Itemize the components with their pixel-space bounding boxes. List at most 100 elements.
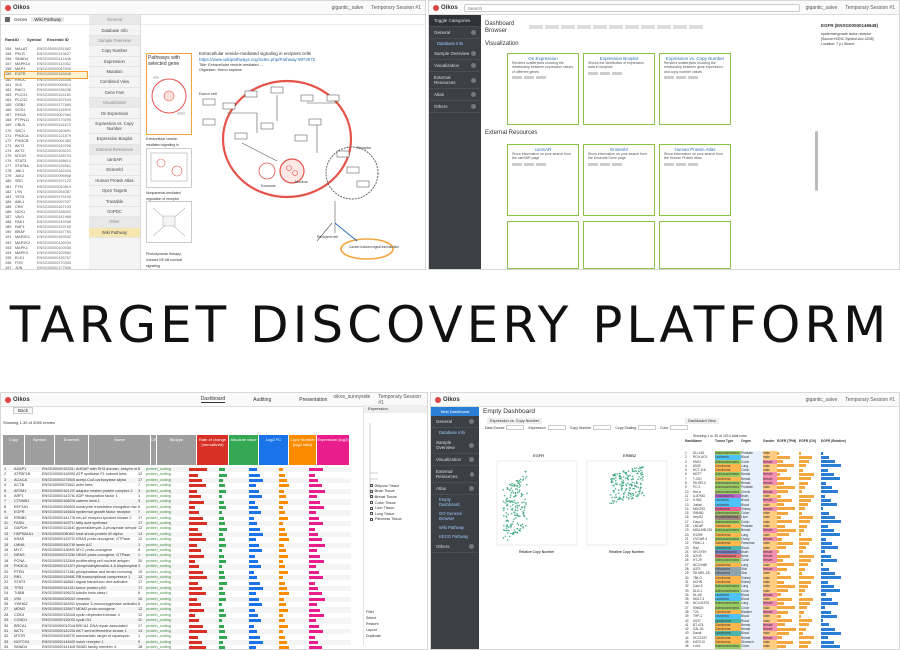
column-header[interactable]: Name	[89, 435, 150, 465]
tab-dataset-view[interactable]: Dashboard View	[685, 418, 719, 424]
tab-genes[interactable]: Genes	[14, 17, 27, 22]
toolbar-button[interactable]	[609, 25, 623, 29]
app-logo-3[interactable]: Oikos	[5, 396, 30, 403]
user-menu[interactable]: gigantic_salve	[806, 5, 838, 11]
column-header[interactable]: Expression (log2)	[317, 435, 349, 465]
column-header[interactable]: Copy Number (log2 ratio)	[289, 435, 316, 465]
app-logo-2[interactable]: Oikos	[433, 4, 458, 11]
toggle-categories[interactable]: Toggle Categories	[429, 15, 481, 27]
sidebar-item[interactable]: External Resources	[429, 72, 481, 89]
tab-presentation[interactable]: Presentation	[299, 397, 327, 403]
menu-item[interactable]: Open Targets	[89, 186, 140, 197]
user-menu[interactable]: oikos_sunnyside	[333, 394, 370, 406]
session-menu[interactable]: Temporary Session #1	[845, 397, 895, 403]
column-header[interactable]: Symbol	[25, 435, 54, 465]
pathway-thumb-1[interactable]: Pathways with selected gene	[146, 53, 192, 135]
column-header[interactable]: Organ	[741, 439, 763, 443]
control-dropdown[interactable]: Expression	[528, 425, 566, 430]
menu-item[interactable]: General	[89, 15, 140, 26]
app-logo-4[interactable]: Oikos	[435, 396, 460, 403]
tab-dashboard[interactable]: Dashboard	[200, 396, 226, 403]
sidebar-item[interactable]: Sample Overview	[431, 437, 479, 454]
menu-item[interactable]: Combined View	[89, 77, 140, 88]
toolbar-button[interactable]	[689, 25, 703, 29]
menu-item[interactable]: Database Info	[89, 25, 140, 36]
sidebar-subitem[interactable]: KEGG Pathway	[431, 532, 479, 541]
card-ext[interactable]: Human Protein Atlas Show information on y…	[659, 144, 731, 216]
card-ext[interactable]: canSAR Show information on your search fr…	[507, 144, 579, 216]
card-viz[interactable]: On Expression Renders scatterplots showin…	[507, 53, 579, 125]
toolbar-button[interactable]	[657, 25, 671, 29]
control-dropdown[interactable]: Copy Number	[570, 425, 612, 430]
menu-item[interactable]: Mutation	[89, 67, 140, 78]
column-header[interactable]: Ensembl	[55, 435, 88, 465]
sidebar-item[interactable]: General	[429, 27, 481, 39]
sidebar-subitem[interactable]: Database Info	[431, 428, 479, 437]
menu-item[interactable]: Expression vs. Copy Number	[89, 119, 140, 135]
column-header[interactable]: Copy	[3, 435, 24, 465]
sidebar-item[interactable]: Sample Overview	[429, 48, 481, 60]
home-icon[interactable]	[5, 17, 10, 22]
menu-item[interactable]: On Expression	[89, 108, 140, 119]
gene-row[interactable]: 197 JUN ENSG00000177606	[5, 266, 87, 269]
back-button[interactable]: Back	[13, 407, 34, 414]
column-header[interactable]: Rate of change (normalized)	[197, 435, 228, 465]
column-header[interactable]: Log2 FC	[259, 435, 288, 465]
filter-action[interactable]: Duplicate	[366, 634, 381, 640]
menu-item[interactable]: Visualization	[89, 98, 140, 109]
toolbar-button[interactable]	[561, 25, 575, 29]
toolbar-button[interactable]	[641, 25, 655, 29]
search-bar[interactable]: Search	[463, 3, 800, 12]
user-menu[interactable]: gigantic_salve	[332, 5, 364, 11]
toolbar-button[interactable]	[593, 25, 607, 29]
tab-auditing[interactable]: Auditing	[253, 397, 271, 403]
menu-item[interactable]: Expression Boxplot	[89, 134, 140, 145]
card-ext-more[interactable]	[583, 221, 655, 269]
column-header[interactable]: Rank	[685, 439, 693, 443]
tab-expression-copy[interactable]: Expression vs. Copy Number	[487, 418, 543, 424]
menu-item[interactable]: Sample Overview	[89, 35, 140, 47]
menu-item[interactable]: Gene Fam	[89, 88, 140, 98]
sidebar-subitem[interactable]: Wiki Pathway	[431, 523, 479, 532]
session-menu[interactable]: Temporary Session #1	[378, 394, 423, 406]
toolbar-button[interactable]	[529, 25, 543, 29]
scrollbar[interactable]	[815, 131, 818, 191]
toolbar-button[interactable]	[625, 25, 639, 29]
column-header[interactable]: Chr	[151, 435, 157, 465]
menu-item[interactable]: Copy Number	[89, 46, 140, 57]
menu-item[interactable]: canSAR	[89, 155, 140, 166]
sidebar-item[interactable]: Visualization	[429, 60, 481, 72]
card-ext-more[interactable]	[659, 221, 731, 269]
session-menu[interactable]: Temporary Session #1	[845, 5, 895, 11]
menu-item[interactable]: External Resources	[89, 144, 140, 155]
menu-item[interactable]: Tractable	[89, 196, 140, 207]
column-header[interactable]: EGFR (CN)	[799, 439, 821, 443]
card-ext[interactable]: Ensembl Show information on your search f…	[583, 144, 655, 216]
toolbar-button[interactable]	[577, 25, 591, 29]
card-ext-more[interactable]	[507, 221, 579, 269]
table-row[interactable]: 34 SMAD4 ENSG00000141646 SMAD family member…	[3, 645, 351, 649]
app-logo[interactable]: Oikos	[5, 4, 30, 11]
column-header[interactable]: Gender	[763, 439, 777, 443]
sidebar-item[interactable]: Others	[429, 101, 481, 113]
menu-item[interactable]: Ensembl	[89, 165, 140, 176]
pathway-thumb-3[interactable]	[146, 201, 192, 243]
sidebar-item[interactable]: General	[431, 416, 479, 428]
column-header[interactable]: EGFR (Relative)	[821, 439, 847, 443]
column-header[interactable]: Tumor Type	[715, 439, 741, 443]
sidebar-item[interactable]: Atlas	[429, 89, 481, 101]
sidebar-item[interactable]: Atlas	[431, 483, 479, 495]
column-header[interactable]: EGFR (TPM)	[777, 439, 799, 443]
control-dropdown[interactable]: Copy Scaling	[615, 425, 657, 430]
column-header[interactable]: Name	[693, 439, 715, 443]
user-menu[interactable]: gigantic_salve	[806, 397, 838, 403]
menu-item[interactable]: Other	[89, 217, 140, 228]
legend-item[interactable]: Adipose Tissue	[370, 483, 402, 489]
menu-item[interactable]: GnPDC	[89, 207, 140, 218]
sidebar-subitem[interactable]: GO General Browser	[431, 509, 479, 523]
column-header[interactable]: Absolute value	[229, 435, 258, 465]
new-dashboard-button[interactable]: New Dashboard	[431, 407, 479, 416]
session-menu[interactable]: Temporary Session #1	[371, 5, 421, 11]
menu-item[interactable]: Wiki Pathway	[89, 227, 140, 238]
sidebar-subitem[interactable]: Empty Dashboard	[431, 495, 479, 509]
